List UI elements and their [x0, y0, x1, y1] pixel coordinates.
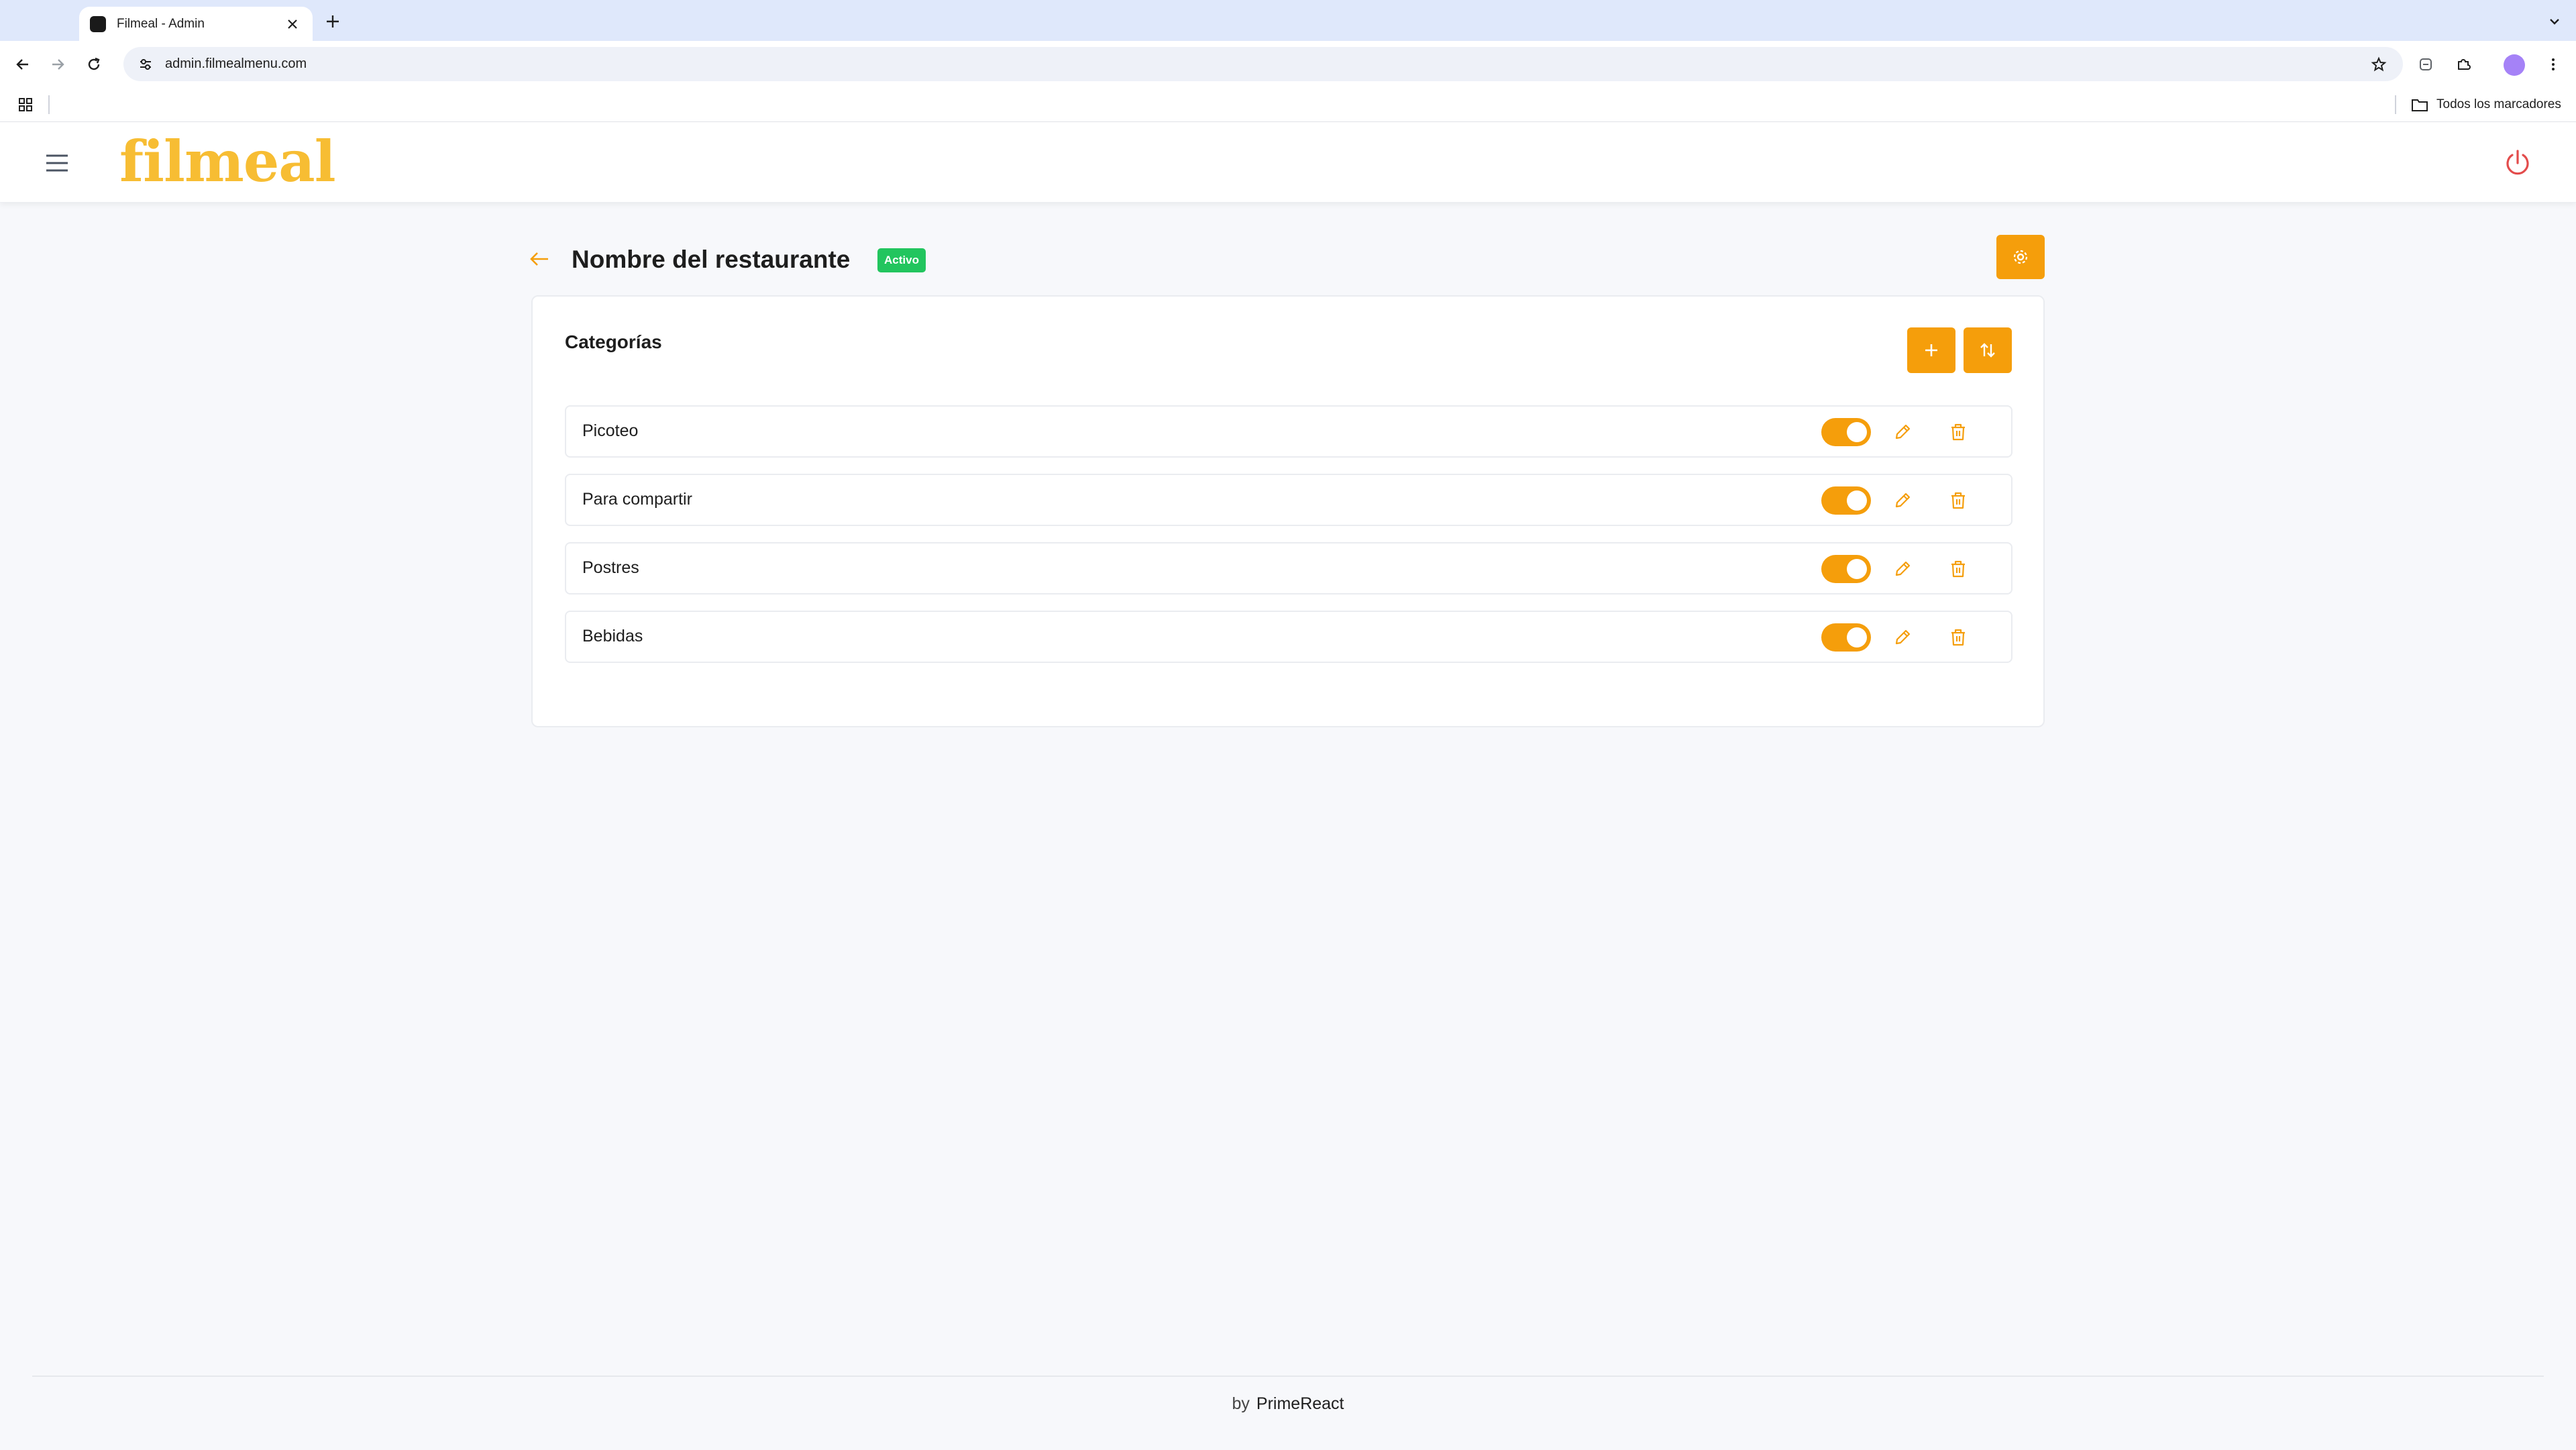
category-toggle[interactable]	[1821, 623, 1871, 652]
footer: by PrimeReact	[0, 1394, 2576, 1414]
page-title: Nombre del restaurante	[572, 246, 851, 273]
pencil-icon[interactable]	[1890, 420, 1915, 444]
trash-icon[interactable]	[1946, 625, 1970, 650]
plus-icon	[1925, 344, 1937, 356]
puzzle-icon[interactable]	[2450, 51, 2477, 78]
sort-categories-button[interactable]	[1964, 327, 2012, 373]
app-topbar: filmeal	[0, 122, 2576, 203]
category-name: Para compartir	[582, 490, 692, 509]
url-text: admin.filmealmenu.com	[165, 56, 307, 71]
bookmarks-divider	[48, 95, 50, 114]
address-bar[interactable]: admin.filmealmenu.com	[123, 47, 2403, 81]
bookmark-star-icon[interactable]	[2365, 51, 2392, 78]
category-toggle[interactable]	[1821, 418, 1871, 446]
all-bookmarks-label: Todos los marcadores	[2436, 97, 2561, 111]
all-bookmarks-button[interactable]: Todos los marcadores	[2411, 93, 2561, 117]
browser-tabstrip: Filmeal - Admin	[0, 0, 2576, 41]
footer-divider	[32, 1376, 2544, 1377]
list-item: Bebidas	[565, 611, 2012, 663]
app-logo[interactable]: filmeal	[119, 132, 336, 192]
footer-by: by	[1232, 1394, 1250, 1413]
profile-avatar[interactable]	[2504, 54, 2525, 76]
bookmarks-bar: Todos los marcadores	[0, 87, 2576, 122]
close-icon[interactable]	[283, 15, 302, 34]
more-vert-icon[interactable]	[2540, 51, 2567, 78]
list-item: Para compartir	[565, 474, 2012, 526]
trash-icon[interactable]	[1946, 488, 1970, 513]
favicon-icon	[90, 15, 106, 32]
folder-icon	[2412, 99, 2428, 111]
category-toggle[interactable]	[1821, 555, 1871, 583]
site-settings-icon[interactable]	[134, 53, 157, 76]
list-item: Picoteo	[565, 405, 2012, 458]
category-name: Postres	[582, 558, 639, 577]
categories-card: Categorías Picoteo Para compartir Postre…	[531, 295, 2045, 727]
category-toggle[interactable]	[1821, 486, 1871, 515]
browser-tab[interactable]: Filmeal - Admin	[79, 7, 313, 41]
extension-icon[interactable]	[2412, 51, 2439, 78]
category-name: Picoteo	[582, 421, 639, 440]
chevron-down-icon[interactable]	[2542, 9, 2567, 34]
gear-icon	[2013, 250, 2028, 264]
back-icon[interactable]	[9, 51, 36, 78]
add-category-button[interactable]	[1907, 327, 1955, 373]
category-list: Picoteo Para compartir Postres Bebidas	[565, 405, 2012, 679]
settings-button[interactable]	[1996, 235, 2045, 279]
sort-icon	[1980, 343, 1995, 358]
forward-icon[interactable]	[44, 51, 71, 78]
categories-title: Categorías	[565, 331, 662, 352]
status-badge: Activo	[877, 248, 926, 272]
apps-grid-icon[interactable]	[16, 95, 35, 114]
trash-icon[interactable]	[1946, 420, 1970, 444]
menu-icon[interactable]	[40, 146, 74, 180]
reload-icon[interactable]	[80, 51, 107, 78]
app-root: filmeal Nombre del restaurante Activo Ca…	[0, 122, 2576, 1450]
category-name: Bebidas	[582, 627, 643, 645]
pencil-icon[interactable]	[1890, 488, 1915, 513]
footer-brand: PrimeReact	[1256, 1394, 1344, 1413]
bookmarks-divider	[2395, 95, 2396, 114]
tab-title: Filmeal - Admin	[117, 16, 205, 31]
browser-toolbar: admin.filmealmenu.com	[0, 41, 2576, 87]
list-item: Postres	[565, 542, 2012, 594]
power-icon[interactable]	[2500, 145, 2536, 181]
trash-icon[interactable]	[1946, 557, 1970, 581]
pencil-icon[interactable]	[1890, 625, 1915, 650]
page-header: Nombre del restaurante Activo	[527, 235, 2045, 283]
new-tab-button[interactable]	[321, 9, 345, 34]
back-arrow-icon[interactable]	[527, 247, 551, 271]
pencil-icon[interactable]	[1890, 557, 1915, 581]
